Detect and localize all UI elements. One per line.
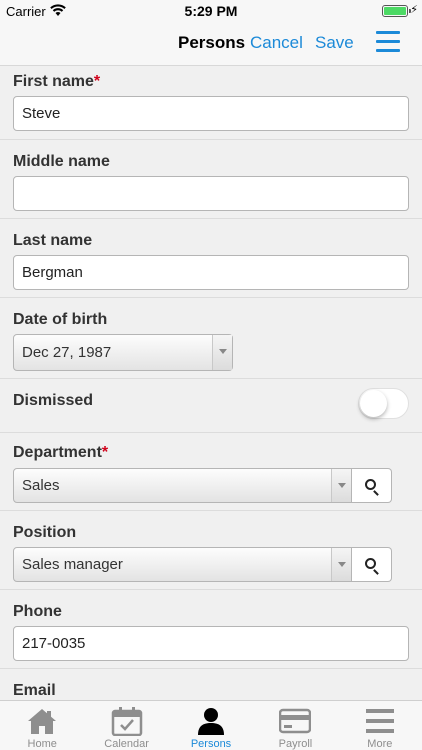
position-value: Sales manager xyxy=(22,556,123,573)
department-select[interactable]: Sales xyxy=(13,468,352,503)
tab-calendar[interactable]: Calendar xyxy=(84,701,168,750)
required-mark: * xyxy=(101,444,109,461)
first-name-label: First name xyxy=(13,73,94,90)
phone-label: Phone xyxy=(13,603,62,620)
person-icon xyxy=(198,708,225,735)
position-selector: Sales manager xyxy=(13,547,409,582)
dismissed-label: Dismissed xyxy=(13,392,94,409)
date-of-birth-field: Date of birth Dec 27, 1987 xyxy=(0,298,422,379)
department-search-button[interactable] xyxy=(352,468,392,503)
email-field: Email xyxy=(0,669,422,700)
last-name-field: Last name Bergman xyxy=(0,219,422,298)
first-name-input[interactable]: Steve xyxy=(13,96,409,131)
person-form: First name* Steve Middle name Last name … xyxy=(0,67,422,700)
search-icon xyxy=(365,479,376,490)
search-icon xyxy=(365,558,376,569)
date-of-birth-label: Date of birth xyxy=(13,311,108,328)
tab-home-label: Home xyxy=(27,738,57,750)
position-label: Position xyxy=(13,524,77,541)
tab-payroll[interactable]: Payroll xyxy=(253,701,337,750)
chevron-down-icon xyxy=(212,335,232,370)
position-select[interactable]: Sales manager xyxy=(13,547,352,582)
toggle-knob xyxy=(360,390,387,417)
card-icon xyxy=(279,708,312,734)
tab-persons[interactable]: Persons xyxy=(169,701,253,750)
position-search-button[interactable] xyxy=(352,547,392,582)
page-title: Persons xyxy=(178,33,246,52)
hamburger-menu-icon[interactable] xyxy=(376,31,400,53)
date-of-birth-picker[interactable]: Dec 27, 1987 xyxy=(13,334,233,371)
navigation-bar: Persons Cancel Save xyxy=(0,22,422,66)
phone-field: Phone 217-0035 xyxy=(0,590,422,669)
department-selector: Sales xyxy=(13,468,409,503)
menu-icon xyxy=(365,709,394,733)
middle-name-field: Middle name xyxy=(0,140,422,219)
status-time: 5:29 PM xyxy=(184,3,238,19)
status-bar: Carrier 5:29 PM ⚡ xyxy=(0,0,422,22)
date-of-birth-value: Dec 27, 1987 xyxy=(22,344,112,361)
first-name-field: First name* Steve xyxy=(0,67,422,140)
required-mark: * xyxy=(93,73,101,90)
tab-bar: Home Calendar Persons Payroll More xyxy=(0,700,422,750)
tab-payroll-label: Payroll xyxy=(278,738,313,750)
dismissed-field: Dismissed xyxy=(0,379,422,433)
charging-icon: ⚡ xyxy=(410,4,418,16)
email-label: Email xyxy=(13,682,56,699)
last-name-input[interactable]: Bergman xyxy=(13,255,409,290)
department-field: Department* Sales xyxy=(0,433,422,511)
tab-more-label: More xyxy=(367,738,393,750)
battery-icon xyxy=(382,5,411,17)
tab-persons-label: Persons xyxy=(190,738,232,750)
middle-name-label: Middle name xyxy=(13,153,110,170)
position-field: Position Sales manager xyxy=(0,511,422,590)
save-button[interactable]: Save xyxy=(315,33,354,53)
department-label: Department xyxy=(13,444,102,461)
chevron-down-icon xyxy=(331,469,351,502)
tab-home[interactable]: Home xyxy=(0,701,84,750)
dismissed-toggle[interactable] xyxy=(358,388,409,419)
calendar-icon xyxy=(111,707,142,736)
phone-input[interactable]: 217-0035 xyxy=(13,626,409,661)
home-icon xyxy=(28,709,57,734)
chevron-down-icon xyxy=(331,548,351,581)
last-name-label: Last name xyxy=(13,232,93,249)
department-value: Sales xyxy=(22,477,60,494)
tab-calendar-label: Calendar xyxy=(104,738,149,750)
middle-name-input[interactable] xyxy=(13,176,409,211)
cancel-button[interactable]: Cancel xyxy=(250,33,303,53)
tab-more[interactable]: More xyxy=(338,701,422,750)
